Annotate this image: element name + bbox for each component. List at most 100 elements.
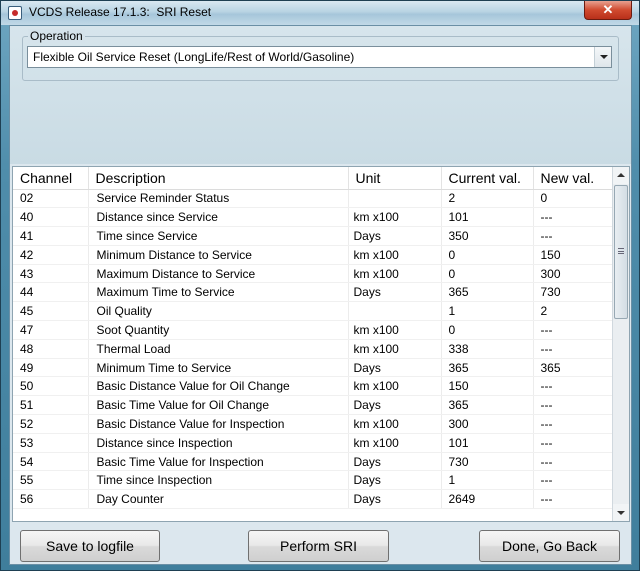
channel-cell: 53 <box>13 433 89 453</box>
new-value-cell: 150 <box>533 245 613 265</box>
unit-cell: Days <box>348 226 442 246</box>
unit-cell: km x100 <box>348 245 442 265</box>
description-cell: Soot Quantity <box>88 320 349 340</box>
column-header-description[interactable]: Description <box>88 167 349 190</box>
title-bar[interactable]: VCDS Release 17.1.3: SRI Reset ✕ <box>1 1 639 25</box>
current-value-cell: 2649 <box>441 489 534 510</box>
chevron-down-icon[interactable] <box>594 47 611 67</box>
description-cell: Thermal Load <box>88 339 349 359</box>
table-row[interactable]: 44 Maximum Time to Service Days 365 730 <box>13 282 613 303</box>
scroll-up-arrow-icon[interactable] <box>613 167 629 184</box>
current-value-cell: 101 <box>441 433 534 453</box>
table-row[interactable]: 53 Distance since Inspection km x100 101 --- <box>13 433 613 453</box>
description-cell: Distance since Inspection <box>88 433 349 453</box>
new-value-cell: --- <box>533 452 613 472</box>
current-value-cell: 300 <box>441 414 534 434</box>
perform-sri-button[interactable]: Perform SRI <box>248 530 389 562</box>
table-row[interactable]: 54 Basic Time Value for Inspection Days 730… <box>13 452 613 472</box>
current-value-cell: 0 <box>441 320 534 340</box>
description-cell: Basic Time Value for Inspection <box>88 452 349 472</box>
current-value-cell: 1 <box>441 301 534 322</box>
description-cell: Time since Service <box>88 226 349 246</box>
unit-cell: Days <box>348 489 442 510</box>
scrollbar-thumb[interactable] <box>614 185 628 319</box>
description-cell: Basic Time Value for Oil Change <box>88 395 349 416</box>
new-value-cell: --- <box>533 489 613 510</box>
current-value-cell: 2 <box>441 189 534 209</box>
table-row[interactable]: 45 Oil Quality 1 2 <box>13 301 613 322</box>
current-value-cell: 350 <box>441 226 534 246</box>
table-header-row: Channel Description Unit Current val. Ne… <box>13 167 613 190</box>
description-cell: Oil Quality <box>88 301 349 322</box>
operation-group-label: Operation <box>28 29 85 43</box>
column-header-unit[interactable]: Unit <box>348 167 442 190</box>
description-cell: Distance since Service <box>88 207 349 228</box>
column-header-current-value[interactable]: Current val. <box>441 167 534 190</box>
client-area: Operation Flexible Oil Service Reset (Lo… <box>9 25 632 565</box>
channel-cell: 52 <box>13 414 89 434</box>
table-row[interactable]: 49 Minimum Time to Service Days 365 365 <box>13 358 613 378</box>
window-title: VCDS Release 17.1.3: SRI Reset <box>29 5 212 19</box>
channel-cell: 51 <box>13 395 89 416</box>
done-go-back-button[interactable]: Done, Go Back <box>479 530 620 562</box>
channel-cell: 40 <box>13 207 89 228</box>
current-value-cell: 338 <box>441 339 534 359</box>
table-row[interactable]: 47 Soot Quantity km x100 0 --- <box>13 320 613 340</box>
new-value-cell: --- <box>533 376 613 397</box>
table-row[interactable]: 02 Service Reminder Status 2 0 <box>13 189 613 209</box>
table-row[interactable]: 40 Distance since Service km x100 101 --- <box>13 207 613 228</box>
unit-cell: km x100 <box>348 264 442 284</box>
current-value-cell: 150 <box>441 376 534 397</box>
unit-cell: Days <box>348 470 442 491</box>
description-cell: Basic Distance Value for Oil Change <box>88 376 349 397</box>
current-value-cell: 1 <box>441 470 534 491</box>
unit-cell: km x100 <box>348 414 442 434</box>
description-cell: Minimum Distance to Service <box>88 245 349 265</box>
sri-reset-window: VCDS Release 17.1.3: SRI Reset ✕ Operati… <box>0 0 640 571</box>
grip-icon <box>618 248 624 254</box>
table-row[interactable]: 50 Basic Distance Value for Oil Change km … <box>13 376 613 397</box>
table-row[interactable]: 43 Maximum Distance to Service km x100 0 300 <box>13 264 613 284</box>
channel-cell: 54 <box>13 452 89 472</box>
unit-cell: km x100 <box>348 433 442 453</box>
table-row[interactable]: 56 Day Counter Days 2649 --- <box>13 489 613 510</box>
current-value-cell: 365 <box>441 358 534 378</box>
vcds-app-icon <box>8 6 22 20</box>
new-value-cell: --- <box>533 226 613 246</box>
channel-cell: 47 <box>13 320 89 340</box>
operation-select-value: Flexible Oil Service Reset (LongLife/Res… <box>33 50 355 64</box>
column-header-new-value[interactable]: New val. <box>533 167 613 190</box>
table-row[interactable]: 42 Minimum Distance to Service km x100 0 150 <box>13 245 613 265</box>
current-value-cell: 365 <box>441 282 534 303</box>
unit-cell: km x100 <box>348 207 442 228</box>
unit-cell: km x100 <box>348 320 442 340</box>
new-value-cell: --- <box>533 414 613 434</box>
table-row[interactable]: 55 Time since Inspection Days 1 --- <box>13 470 613 491</box>
unit-cell: Days <box>348 358 442 378</box>
new-value-cell: --- <box>533 470 613 491</box>
column-header-channel[interactable]: Channel <box>13 167 89 190</box>
table-row[interactable]: 41 Time since Service Days 350 --- <box>13 226 613 246</box>
channel-cell: 45 <box>13 301 89 322</box>
unit-cell: Days <box>348 452 442 472</box>
operation-select[interactable]: Flexible Oil Service Reset (LongLife/Res… <box>27 46 612 68</box>
description-cell: Maximum Distance to Service <box>88 264 349 284</box>
save-to-logfile-button[interactable]: Save to logfile <box>20 530 160 562</box>
description-cell: Time since Inspection <box>88 470 349 491</box>
description-cell: Service Reminder Status <box>88 189 349 209</box>
close-button[interactable]: ✕ <box>584 1 632 20</box>
current-value-cell: 0 <box>441 264 534 284</box>
channel-cell: 43 <box>13 264 89 284</box>
operation-panel: Operation Flexible Oil Service Reset (Lo… <box>10 26 631 164</box>
new-value-cell: 2 <box>533 301 613 322</box>
table-row[interactable]: 48 Thermal Load km x100 338 --- <box>13 339 613 359</box>
vertical-scrollbar[interactable] <box>612 167 629 521</box>
unit-cell <box>348 189 442 209</box>
scroll-down-arrow-icon[interactable] <box>613 504 629 521</box>
new-value-cell: --- <box>533 320 613 340</box>
table-row[interactable]: 51 Basic Time Value for Oil Change Days 365… <box>13 395 613 416</box>
unit-cell: km x100 <box>348 376 442 397</box>
new-value-cell: 300 <box>533 264 613 284</box>
table-row[interactable]: 52 Basic Distance Value for Inspection km … <box>13 414 613 434</box>
channel-cell: 44 <box>13 282 89 303</box>
